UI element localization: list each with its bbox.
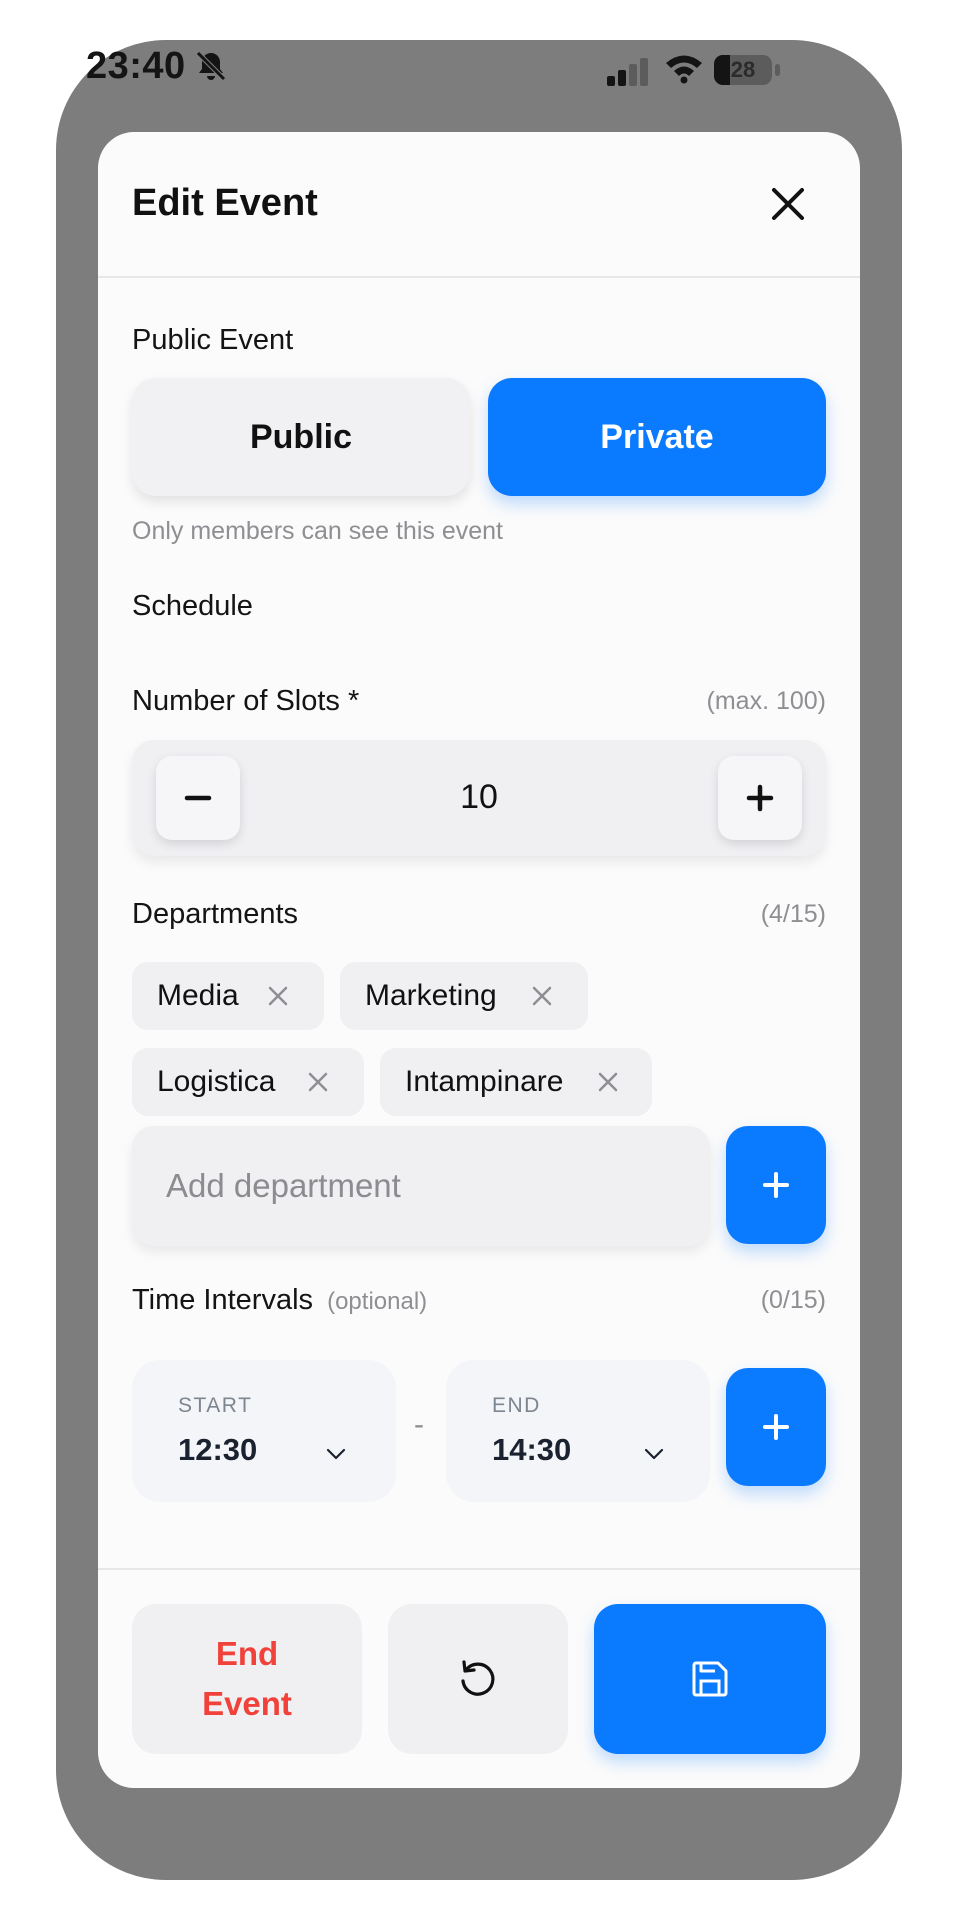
start-time-select[interactable]: START 12:30: [132, 1360, 396, 1502]
chip-label: Marketing: [365, 979, 497, 1012]
time-intervals-label: Time Intervals (optional): [132, 1284, 427, 1317]
plus-icon: [763, 1414, 789, 1440]
bell-slash-icon: [196, 51, 226, 81]
time-intervals-count: (0/15): [760, 1286, 826, 1314]
slots-label: Number of Slots *: [132, 685, 360, 717]
edit-event-modal: Edit Event Public Event Public Private O…: [98, 132, 860, 1788]
departments-count: (4/15): [760, 900, 826, 928]
battery-icon: 28: [714, 55, 772, 85]
department-chip: Marketing: [340, 962, 588, 1030]
reset-button[interactable]: [388, 1604, 568, 1754]
chip-label: Intampinare: [405, 1065, 564, 1098]
save-icon: [692, 1661, 728, 1697]
chevron-down-icon: [326, 1448, 346, 1460]
increment-button[interactable]: [718, 756, 802, 840]
start-value: 12:30: [178, 1432, 258, 1467]
modal-header: Edit Event: [98, 132, 860, 278]
end-time-select[interactable]: END 14:30: [446, 1360, 710, 1502]
schedule-label: Schedule: [132, 590, 253, 622]
private-option-button[interactable]: Private: [488, 378, 826, 496]
add-department-button[interactable]: [726, 1126, 826, 1244]
chip-label: Media: [157, 979, 239, 1012]
status-time: 23:40: [86, 45, 186, 87]
plus-icon: [746, 784, 774, 812]
public-option-button[interactable]: Public: [132, 378, 470, 496]
department-chip: Logistica: [132, 1048, 364, 1116]
add-interval-button[interactable]: [726, 1368, 826, 1486]
remove-icon[interactable]: [530, 984, 554, 1008]
end-value: 14:30: [492, 1432, 572, 1467]
department-chip: Media: [132, 962, 324, 1030]
footer-divider: [98, 1568, 860, 1570]
remove-icon[interactable]: [306, 1070, 330, 1094]
end-event-line1: End: [215, 1635, 279, 1672]
plus-icon: [763, 1172, 789, 1198]
close-icon[interactable]: [758, 174, 818, 234]
time-intervals-title: Time Intervals: [132, 1284, 314, 1316]
signal-icon: [607, 58, 648, 86]
visibility-hint: Only members can see this event: [132, 517, 503, 545]
department-chip: Intampinare: [380, 1048, 652, 1116]
reset-icon: [461, 1660, 495, 1696]
remove-icon[interactable]: [266, 984, 290, 1008]
modal-title: Edit Event: [132, 182, 318, 224]
remove-icon[interactable]: [596, 1070, 620, 1094]
end-event-button[interactable]: End Event: [132, 1604, 362, 1754]
interval-separator: -: [414, 1408, 424, 1441]
optional-tag: (optional): [327, 1288, 428, 1315]
chevron-down-icon: [644, 1448, 664, 1460]
save-button[interactable]: [594, 1604, 826, 1754]
end-label: END: [492, 1394, 541, 1417]
wifi-icon: [666, 55, 702, 84]
slots-max-hint: (max. 100): [706, 687, 826, 715]
add-department-input[interactable]: [132, 1126, 710, 1246]
start-label: START: [178, 1394, 253, 1417]
chip-label: Logistica: [157, 1065, 276, 1098]
departments-label: Departments: [132, 898, 299, 930]
visibility-label: Public Event: [132, 324, 294, 356]
slots-stepper: 10: [132, 740, 826, 856]
end-event-line2: Event: [202, 1685, 292, 1722]
battery-level: 28: [730, 57, 756, 82]
battery-tip: [775, 64, 780, 76]
